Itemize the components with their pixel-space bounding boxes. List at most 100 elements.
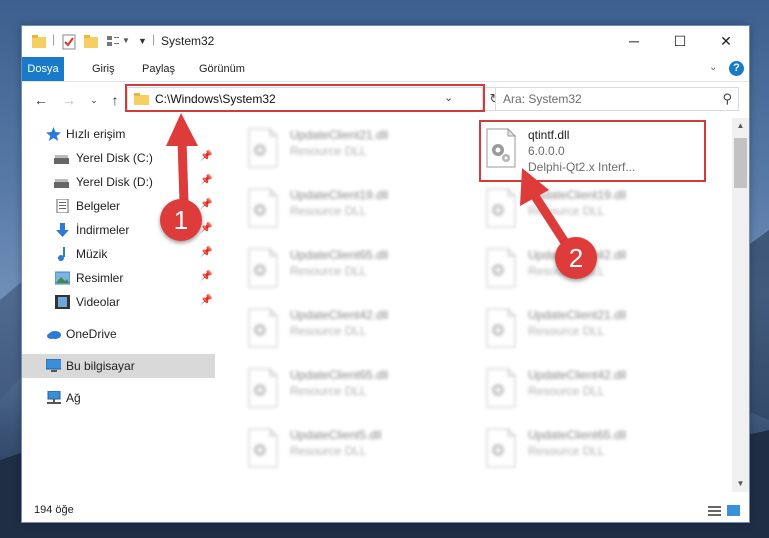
step-2-badge: 2	[555, 237, 597, 279]
help-icon[interactable]: ?	[729, 61, 744, 76]
status-bar: 194 öğe	[22, 500, 749, 522]
sidebar-item-label: Hızlı erişim	[66, 127, 126, 141]
pin-icon[interactable]: 📌	[200, 199, 212, 210]
file-item[interactable]: UpdateClient65.dll Resource DLL	[480, 424, 680, 476]
large-icons-view-icon[interactable]	[727, 505, 740, 516]
dll-file-icon	[248, 368, 278, 408]
vertical-scrollbar[interactable]: ▲ ▼	[732, 118, 749, 492]
sidebar-item-quick-access[interactable]: Hızlı erişim	[22, 122, 215, 146]
network-icon	[47, 391, 61, 404]
qat-separator: |	[152, 32, 156, 46]
close-button[interactable]: ✕	[703, 26, 749, 57]
navigation-pane: Hızlı erişim Yerel Disk (C:) 📌 Yerel Dis…	[22, 118, 215, 492]
tab-home[interactable]: Giriş	[85, 57, 122, 81]
recent-locations-icon[interactable]: ⌄	[85, 91, 103, 109]
file-name: UpdateClient65.dll	[290, 248, 389, 262]
file-item[interactable]: UpdateClient21.dll Resource DLL	[242, 124, 442, 176]
pin-icon[interactable]: 📌	[200, 247, 212, 258]
scroll-up-button[interactable]: ▲	[732, 118, 749, 134]
window-title: System32	[161, 34, 215, 48]
drive-icon	[54, 155, 69, 164]
sidebar-item-videos[interactable]: Videolar 📌	[22, 290, 215, 314]
file-item[interactable]: UpdateClient5.dll Resource DLL	[242, 424, 442, 476]
computer-icon	[46, 359, 61, 372]
properties-icon[interactable]	[62, 34, 76, 50]
sidebar-item-pictures[interactable]: Resimler 📌	[22, 266, 215, 290]
sidebar-item-label: Ağ	[66, 391, 81, 405]
file-type: Resource DLL	[528, 384, 605, 398]
search-input[interactable]: Ara: System32 ⚲	[495, 87, 739, 111]
view-options-icon[interactable]	[106, 34, 120, 50]
videos-icon	[55, 295, 70, 309]
tab-view[interactable]: Görünüm	[192, 57, 252, 81]
details-view-icon[interactable]	[708, 505, 721, 516]
file-item[interactable]: UpdateClient19.dll Resource DLL	[480, 184, 680, 236]
qat-dropdown-icon[interactable]: ▼	[122, 36, 130, 52]
sidebar-item-this-pc[interactable]: Bu bilgisayar	[22, 354, 215, 378]
file-type: Resource DLL	[290, 204, 367, 218]
sidebar-item-label: OneDrive	[66, 327, 117, 341]
minimize-button[interactable]: ─	[611, 26, 657, 57]
expand-ribbon-icon[interactable]: ⌄	[709, 62, 717, 73]
sidebar-item-label: Bu bilgisayar	[66, 359, 135, 373]
scroll-thumb[interactable]	[734, 138, 747, 188]
pictures-icon	[55, 271, 70, 285]
file-name: UpdateClient21.dll	[290, 128, 389, 142]
file-type: Resource DLL	[290, 444, 367, 458]
tab-share[interactable]: Paylaş	[135, 57, 182, 81]
pin-icon[interactable]: 📌	[200, 295, 212, 306]
dll-file-icon	[486, 368, 516, 408]
file-item[interactable]: UpdateClient21.dll Resource DLL	[480, 304, 680, 356]
new-folder-icon[interactable]	[84, 34, 98, 50]
dll-file-icon	[486, 428, 516, 468]
pin-icon[interactable]: 📌	[200, 151, 212, 162]
up-button[interactable]: ↑	[106, 91, 124, 109]
file-name: UpdateClient42.dll	[528, 368, 627, 382]
back-button[interactable]: ←	[32, 91, 50, 109]
sidebar-item-onedrive[interactable]: OneDrive	[22, 322, 215, 346]
sidebar-item-music[interactable]: Müzik 📌	[22, 242, 215, 266]
file-type: Resource DLL	[290, 144, 367, 158]
forward-button[interactable]: →	[60, 91, 78, 109]
file-name: UpdateClient5.dll	[290, 428, 382, 442]
sidebar-item-label: Yerel Disk (D:)	[76, 175, 153, 189]
maximize-button[interactable]: ☐	[657, 26, 703, 57]
dll-file-icon	[248, 188, 278, 228]
address-highlight-box	[125, 84, 485, 112]
file-item[interactable]: UpdateClient19.dll Resource DLL	[242, 184, 442, 236]
ribbon-tabs: Dosya Giriş Paylaş Görünüm ⌄ ?	[22, 57, 749, 82]
sidebar-item-local-disk-d[interactable]: Yerel Disk (D:) 📌	[22, 170, 215, 194]
scroll-down-button[interactable]: ▼	[732, 476, 749, 492]
file-item[interactable]: UpdateClient65.dll Resource DLL	[242, 364, 442, 416]
file-item[interactable]: UpdateClient42.dll Resource DLL	[480, 364, 680, 416]
file-item[interactable]: UpdateClient65.dll Resource DLL	[242, 244, 442, 296]
pin-icon[interactable]: 📌	[200, 223, 212, 234]
file-type: Resource DLL	[528, 444, 605, 458]
file-type: Resource DLL	[290, 384, 367, 398]
sidebar-item-label: Belgeler	[76, 199, 121, 213]
sidebar-item-network[interactable]: Ağ	[22, 386, 215, 410]
customize-qat-icon[interactable]: ▼	[138, 36, 147, 52]
file-name: UpdateClient42.dll	[290, 308, 389, 322]
item-count: 194 öğe	[34, 504, 74, 516]
folder-icon	[32, 35, 46, 48]
dll-file-icon	[248, 308, 278, 348]
file-name: UpdateClient19.dll	[528, 188, 627, 202]
sidebar-item-local-disk-c[interactable]: Yerel Disk (C:) 📌	[22, 146, 215, 170]
dll-file-icon	[486, 188, 516, 228]
sidebar-item-label: Yerel Disk (C:)	[76, 151, 153, 165]
file-item[interactable]: UpdateClient42.dll Resource DLL	[242, 304, 442, 356]
music-icon	[58, 247, 65, 261]
title-bar: | ▼ ▼ | System32 ─ ☐ ✕	[22, 26, 749, 57]
dll-file-icon	[248, 248, 278, 288]
pin-icon[interactable]: 📌	[200, 271, 212, 282]
file-type: Resource DLL	[528, 204, 605, 218]
qat-separator: |	[52, 32, 56, 46]
dll-file-icon	[486, 248, 516, 288]
file-name: UpdateClient65.dll	[528, 428, 627, 442]
pin-icon[interactable]: 📌	[200, 175, 212, 186]
tab-file[interactable]: Dosya	[22, 57, 64, 81]
file-highlight-box	[479, 120, 706, 182]
documents-icon	[56, 199, 69, 213]
download-icon	[56, 223, 69, 237]
